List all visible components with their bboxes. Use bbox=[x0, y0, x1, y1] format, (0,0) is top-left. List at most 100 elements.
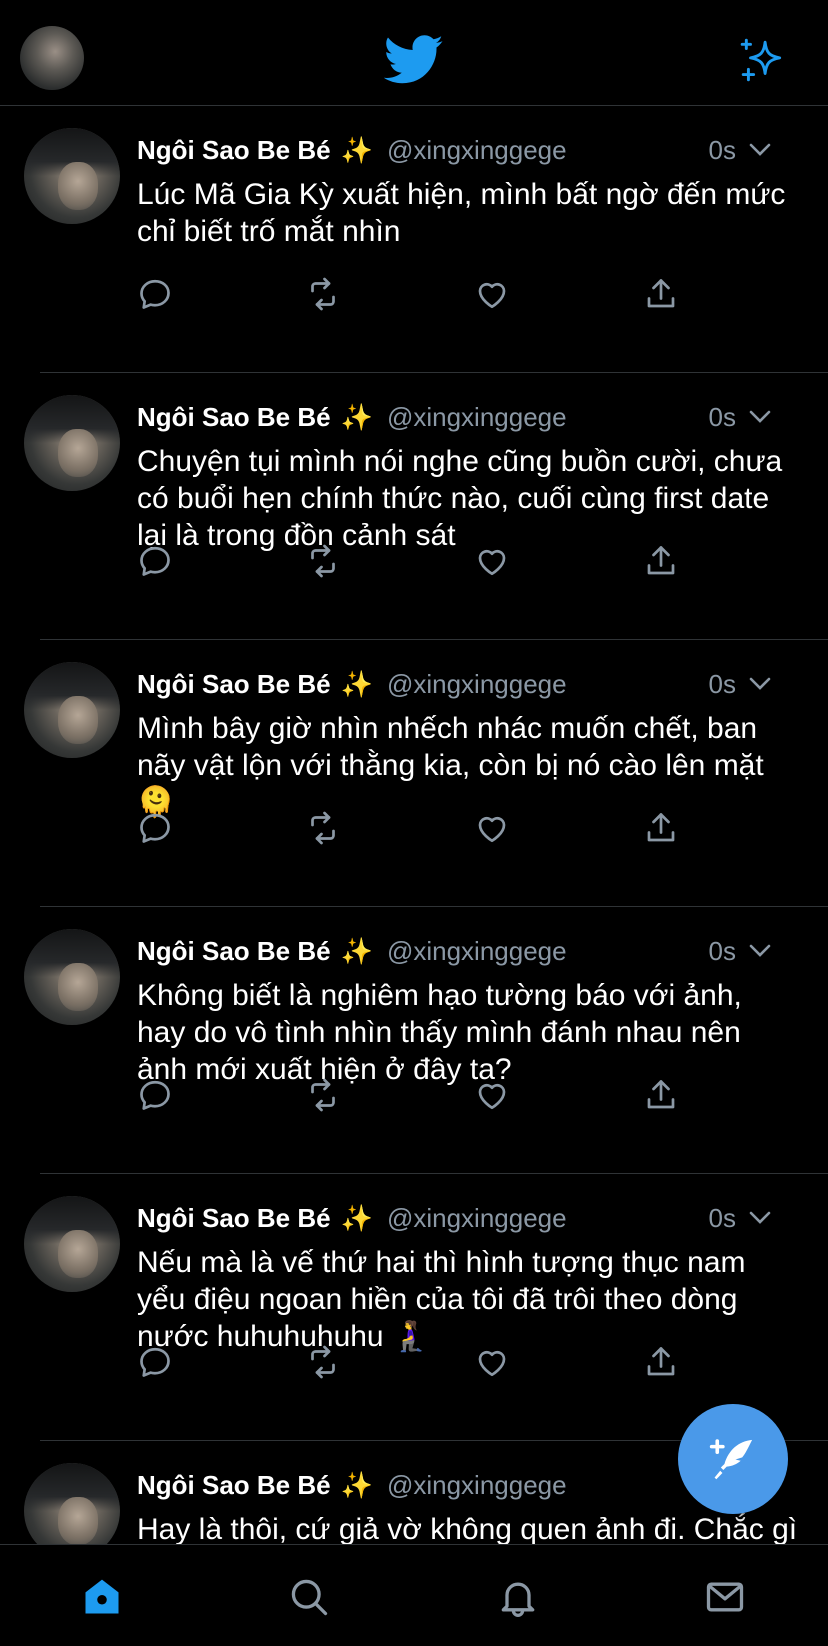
name-emoji: ✨ bbox=[340, 935, 373, 966]
display-name: Ngôi Sao Be Bé bbox=[137, 134, 331, 165]
share-button[interactable] bbox=[643, 276, 683, 316]
name-emoji: ✨ bbox=[340, 1202, 373, 1233]
avatar[interactable] bbox=[24, 929, 120, 1025]
avatar[interactable] bbox=[24, 662, 120, 758]
retweet-icon bbox=[311, 544, 335, 578]
tweet[interactable]: Ngôi Sao Be Bé ✨ @xingxinggege 0s Chuyện… bbox=[0, 373, 828, 640]
messages-icon bbox=[706, 1582, 744, 1612]
display-name: Ngôi Sao Be Bé bbox=[137, 668, 331, 699]
tweet-actions bbox=[137, 1344, 697, 1384]
display-name: Ngôi Sao Be Bé bbox=[137, 401, 331, 432]
name-emoji: ✨ bbox=[340, 134, 373, 165]
chevron-down-icon[interactable] bbox=[746, 138, 774, 162]
tab-notifications[interactable] bbox=[496, 1575, 544, 1623]
reply-button[interactable] bbox=[137, 810, 177, 850]
like-button[interactable] bbox=[474, 543, 514, 583]
timestamp: 0s bbox=[708, 1202, 736, 1233]
avatar[interactable] bbox=[24, 1196, 120, 1292]
share-button[interactable] bbox=[643, 1077, 683, 1117]
tab-home[interactable] bbox=[80, 1575, 128, 1623]
share-icon bbox=[647, 546, 675, 575]
timeline-feed[interactable]: Ngôi Sao Be Bé ✨ @xingxinggege 0s Lúc Mã… bbox=[0, 106, 828, 1544]
retweet-button[interactable] bbox=[305, 1077, 345, 1117]
retweet-icon bbox=[311, 277, 335, 311]
bottom-tab-bar bbox=[0, 1544, 828, 1646]
like-button[interactable] bbox=[474, 810, 514, 850]
display-name: Ngôi Sao Be Bé bbox=[137, 1469, 331, 1500]
heart-icon bbox=[478, 1083, 506, 1110]
username: @xingxinggege bbox=[386, 1469, 567, 1500]
reply-button[interactable] bbox=[137, 1077, 177, 1117]
tweet[interactable]: Ngôi Sao Be Bé ✨ @xingxinggege 0s Nếu mà… bbox=[0, 1174, 828, 1441]
tweet-text: Nếu mà là vế thứ hai thì hình tượng thục… bbox=[137, 1246, 746, 1353]
chevron-down-icon[interactable] bbox=[746, 405, 774, 429]
reply-button[interactable] bbox=[137, 1344, 177, 1384]
search-icon bbox=[291, 1579, 328, 1616]
tab-messages[interactable] bbox=[703, 1575, 751, 1623]
name-emoji: ✨ bbox=[340, 668, 373, 699]
tweet[interactable]: Ngôi Sao Be Bé ✨ @xingxinggege 0s Mình b… bbox=[0, 640, 828, 907]
share-icon bbox=[647, 1347, 675, 1376]
reply-icon bbox=[140, 1347, 170, 1377]
chevron-down-icon[interactable] bbox=[746, 672, 774, 696]
reply-button[interactable] bbox=[137, 276, 177, 316]
name-emoji: ✨ bbox=[340, 1469, 373, 1500]
retweet-button[interactable] bbox=[305, 276, 345, 316]
chevron-down-icon[interactable] bbox=[746, 939, 774, 963]
tweet-text: Chuyện tụi mình nói nghe cũng buồn cười,… bbox=[137, 445, 783, 552]
tweet-text: Mình bây giờ nhìn nhếch nhác muốn chết, … bbox=[137, 712, 764, 819]
tweet[interactable]: Ngôi Sao Be Bé ✨ @xingxinggege 0s Lúc Mã… bbox=[0, 106, 828, 373]
compose-button[interactable] bbox=[678, 1404, 788, 1514]
reply-icon bbox=[140, 813, 170, 843]
display-name: Ngôi Sao Be Bé bbox=[137, 935, 331, 966]
username: @xingxinggege bbox=[386, 1202, 567, 1233]
timestamp: 0s bbox=[708, 668, 736, 699]
username: @xingxinggege bbox=[386, 935, 567, 966]
tweet-actions bbox=[137, 276, 697, 316]
tweet-text: Không biết là nghiêm hạo tường báo với ả… bbox=[137, 979, 742, 1086]
tweet-actions bbox=[137, 543, 697, 583]
retweet-button[interactable] bbox=[305, 1344, 345, 1384]
share-button[interactable] bbox=[643, 810, 683, 850]
avatar[interactable] bbox=[24, 1463, 120, 1544]
reply-icon bbox=[140, 1080, 170, 1110]
like-button[interactable] bbox=[474, 1344, 514, 1384]
chevron-down-icon[interactable] bbox=[746, 1206, 774, 1230]
compose-feather-icon bbox=[709, 1439, 753, 1480]
heart-icon bbox=[478, 282, 506, 309]
name-emoji: ✨ bbox=[340, 401, 373, 432]
tweet-text: Lúc Mã Gia Kỳ xuất hiện, mình bất ngờ đế… bbox=[137, 178, 786, 248]
retweet-icon bbox=[311, 811, 335, 845]
reply-button[interactable] bbox=[137, 543, 177, 583]
username: @xingxinggege bbox=[386, 134, 567, 165]
timestamp: 0s bbox=[708, 134, 736, 165]
username: @xingxinggege bbox=[386, 401, 567, 432]
retweet-icon bbox=[311, 1345, 335, 1379]
retweet-button[interactable] bbox=[305, 543, 345, 583]
tweet-actions bbox=[137, 810, 697, 850]
share-icon bbox=[647, 279, 675, 308]
profile-avatar[interactable] bbox=[20, 26, 84, 90]
tab-search[interactable] bbox=[287, 1575, 335, 1623]
timestamp: 0s bbox=[708, 401, 736, 432]
like-button[interactable] bbox=[474, 1077, 514, 1117]
avatar[interactable] bbox=[24, 128, 120, 224]
share-button[interactable] bbox=[643, 1344, 683, 1384]
retweet-button[interactable] bbox=[305, 810, 345, 850]
avatar[interactable] bbox=[24, 395, 120, 491]
home-icon bbox=[85, 1579, 119, 1614]
retweet-icon bbox=[311, 1078, 335, 1112]
display-name: Ngôi Sao Be Bé bbox=[137, 1202, 331, 1233]
timestamp: 0s bbox=[708, 935, 736, 966]
twitter-bird-icon[interactable] bbox=[384, 34, 444, 86]
sparkle-icon[interactable] bbox=[738, 36, 788, 86]
notifications-icon bbox=[501, 1582, 535, 1617]
username: @xingxinggege bbox=[386, 668, 567, 699]
share-button[interactable] bbox=[643, 543, 683, 583]
tweet[interactable]: Ngôi Sao Be Bé ✨ @xingxinggege 0s Không … bbox=[0, 907, 828, 1174]
tweet-text: Hay là thôi, cứ giả vờ không quen ảnh đi… bbox=[137, 1513, 798, 1544]
heart-icon bbox=[478, 1350, 506, 1377]
heart-icon bbox=[478, 816, 506, 843]
like-button[interactable] bbox=[474, 276, 514, 316]
share-icon bbox=[647, 1080, 675, 1109]
